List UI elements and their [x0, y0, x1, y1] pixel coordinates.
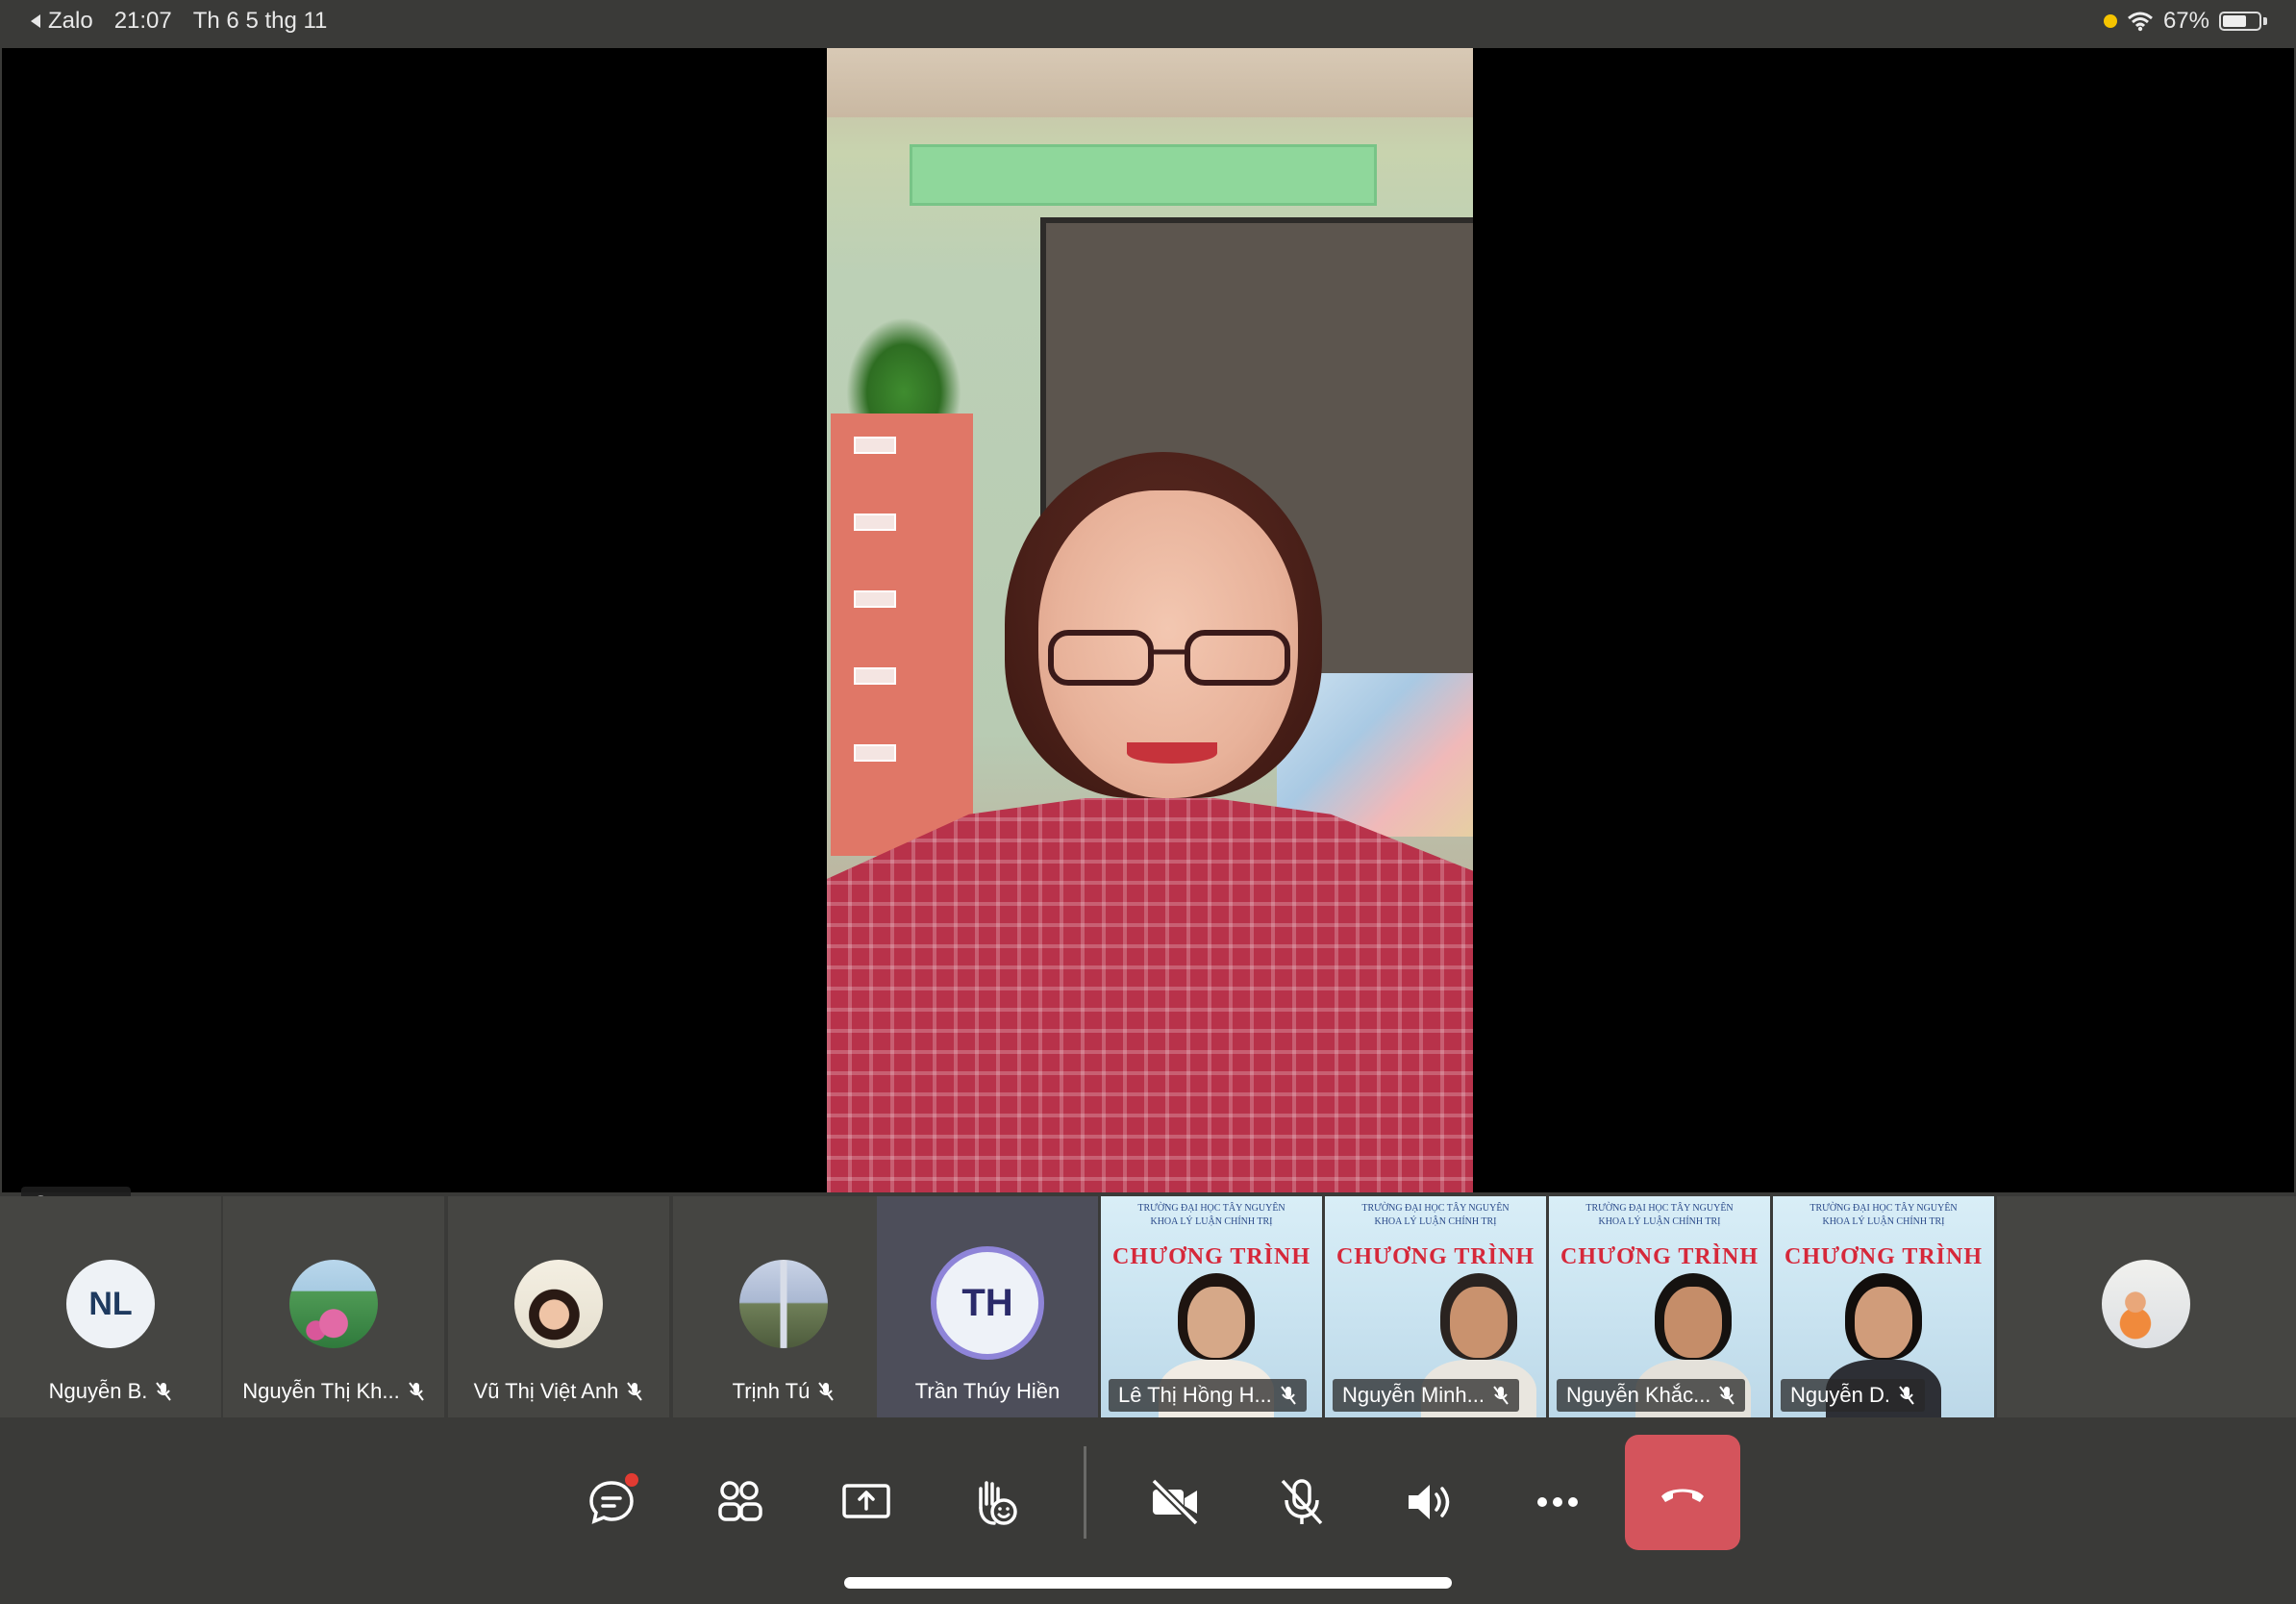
mic-off-icon	[1281, 1479, 1323, 1525]
mic-muted-icon	[627, 1382, 643, 1401]
back-to-app-link[interactable]: Zalo	[29, 8, 93, 35]
participant-name: Nguyễn D.	[1790, 1383, 1890, 1407]
participant-tile[interactable]	[1997, 1196, 2296, 1417]
participant-name: Nguyễn B.	[48, 1379, 148, 1403]
battery-cap	[2263, 17, 2267, 25]
status-bar: Zalo 21:07 Th 6 5 thg 11 67%	[0, 0, 2296, 46]
mic-muted-icon	[156, 1382, 172, 1401]
mic-toggle-button[interactable]	[1267, 1467, 1336, 1537]
mic-muted-icon	[1899, 1386, 1914, 1405]
end-call-icon	[1661, 1489, 1704, 1502]
lotus-photo-icon	[289, 1260, 378, 1348]
participant-video-tile[interactable]: TRƯỜNG ĐẠI HỌC TÂY NGUYÊN KHOA LÝ LUẬN CH…	[1101, 1196, 1322, 1417]
reaction-button[interactable]	[960, 1467, 1029, 1537]
participant-strip[interactable]: NL Nguyễn B. Nguyễn Thị Kh... Vũ Thị Việ…	[0, 1196, 2296, 1417]
mic-muted-icon	[1719, 1386, 1735, 1405]
share-screen-icon	[842, 1484, 890, 1518]
participant-name-chip: Nguyễn Minh...	[1333, 1379, 1519, 1412]
participant-name: Trần Thúy Hiền	[914, 1379, 1061, 1403]
chat-unread-badge	[625, 1473, 638, 1487]
home-indicator	[844, 1577, 1452, 1589]
participant-name-row: Nguyễn B.	[0, 1379, 221, 1404]
end-call-button[interactable]	[1625, 1435, 1740, 1550]
participant-name: Nguyễn Khắc...	[1566, 1383, 1711, 1407]
participant-name: Nguyễn Minh...	[1342, 1383, 1485, 1407]
participants-button[interactable]	[705, 1467, 774, 1537]
participant-video-tile[interactable]: TRƯỜNG ĐẠI HỌC TÂY NGUYÊN KHOA LÝ LUẬN CH…	[1325, 1196, 1546, 1417]
video-wall-sign	[910, 144, 1377, 206]
main-video-stage[interactable]: Cựu v.	[2, 48, 2294, 1221]
date: Th 6 5 thg 11	[192, 8, 328, 34]
speaker-icon	[1409, 1485, 1450, 1519]
more-icon	[1537, 1497, 1578, 1507]
participant-name-row: Nguyễn Thị Kh...	[223, 1379, 444, 1404]
back-arrow-icon	[31, 14, 40, 28]
video-ceiling	[827, 48, 1473, 117]
battery-percent: 67%	[2162, 8, 2209, 34]
participant-video-tile[interactable]: TRƯỜNG ĐẠI HỌC TÂY NGUYÊN KHOA LÝ LUẬN CH…	[1549, 1196, 1770, 1417]
participants-icon	[718, 1481, 762, 1521]
field-photo-icon	[739, 1260, 828, 1348]
speaker-button[interactable]	[1395, 1467, 1464, 1537]
participant-name-row: Trần Thúy Hiền	[877, 1379, 1098, 1404]
back-app-label: Zalo	[48, 8, 93, 34]
participant-name-row: Vũ Thị Việt Anh	[448, 1379, 669, 1404]
participant-video-tile[interactable]: TRƯỜNG ĐẠI HỌC TÂY NGUYÊN KHOA LÝ LUẬN CH…	[1773, 1196, 1994, 1417]
video-speaker	[827, 452, 1473, 1192]
participant-name: Trịnh Tú	[732, 1379, 811, 1403]
call-control-bar	[0, 1417, 2296, 1604]
mic-muted-icon	[408, 1382, 424, 1401]
participant-name: Vũ Thị Việt Anh	[473, 1379, 619, 1403]
clock: 21:07	[113, 8, 172, 34]
mic-muted-icon	[1493, 1386, 1509, 1405]
participant-tile[interactable]: Vũ Thị Việt Anh	[448, 1196, 669, 1417]
participant-name-chip: Lê Thị Hồng H...	[1109, 1379, 1307, 1412]
participant-tile-active[interactable]: TH Trần Thúy Hiền	[877, 1196, 1098, 1417]
more-options-button[interactable]	[1523, 1467, 1592, 1537]
camera-toggle-button[interactable]	[1140, 1467, 1210, 1537]
participant-tile[interactable]: Trịnh Tú	[673, 1196, 894, 1417]
participant-name-chip: Nguyễn Khắc...	[1557, 1379, 1746, 1412]
camera-off-icon	[1151, 1478, 1199, 1526]
chat-button[interactable]	[577, 1467, 646, 1537]
participant-tile[interactable]: Nguyễn Thị Kh...	[223, 1196, 444, 1417]
portrait-photo-icon	[514, 1260, 603, 1348]
battery-icon	[2219, 12, 2261, 31]
mic-in-use-indicator	[2103, 14, 2117, 28]
controls-divider	[1084, 1446, 1086, 1539]
share-screen-button[interactable]	[832, 1467, 901, 1537]
participant-name: Nguyễn Thị Kh...	[242, 1379, 400, 1403]
participant-tile[interactable]: NL Nguyễn B.	[0, 1196, 221, 1417]
participant-name: Lê Thị Hồng H...	[1118, 1383, 1272, 1407]
main-video-feed[interactable]	[827, 48, 1473, 1192]
wifi-icon	[2127, 12, 2153, 32]
raise-hand-icon	[979, 1481, 1017, 1525]
participant-name-row: Trịnh Tú	[673, 1379, 894, 1404]
participant-name-chip: Nguyễn D.	[1781, 1379, 1925, 1412]
avatar: TH	[931, 1246, 1044, 1360]
avatar: NL	[66, 1260, 155, 1348]
office-photo-icon	[2102, 1260, 2190, 1348]
mic-muted-icon	[1281, 1386, 1296, 1405]
mic-muted-icon	[818, 1382, 835, 1401]
